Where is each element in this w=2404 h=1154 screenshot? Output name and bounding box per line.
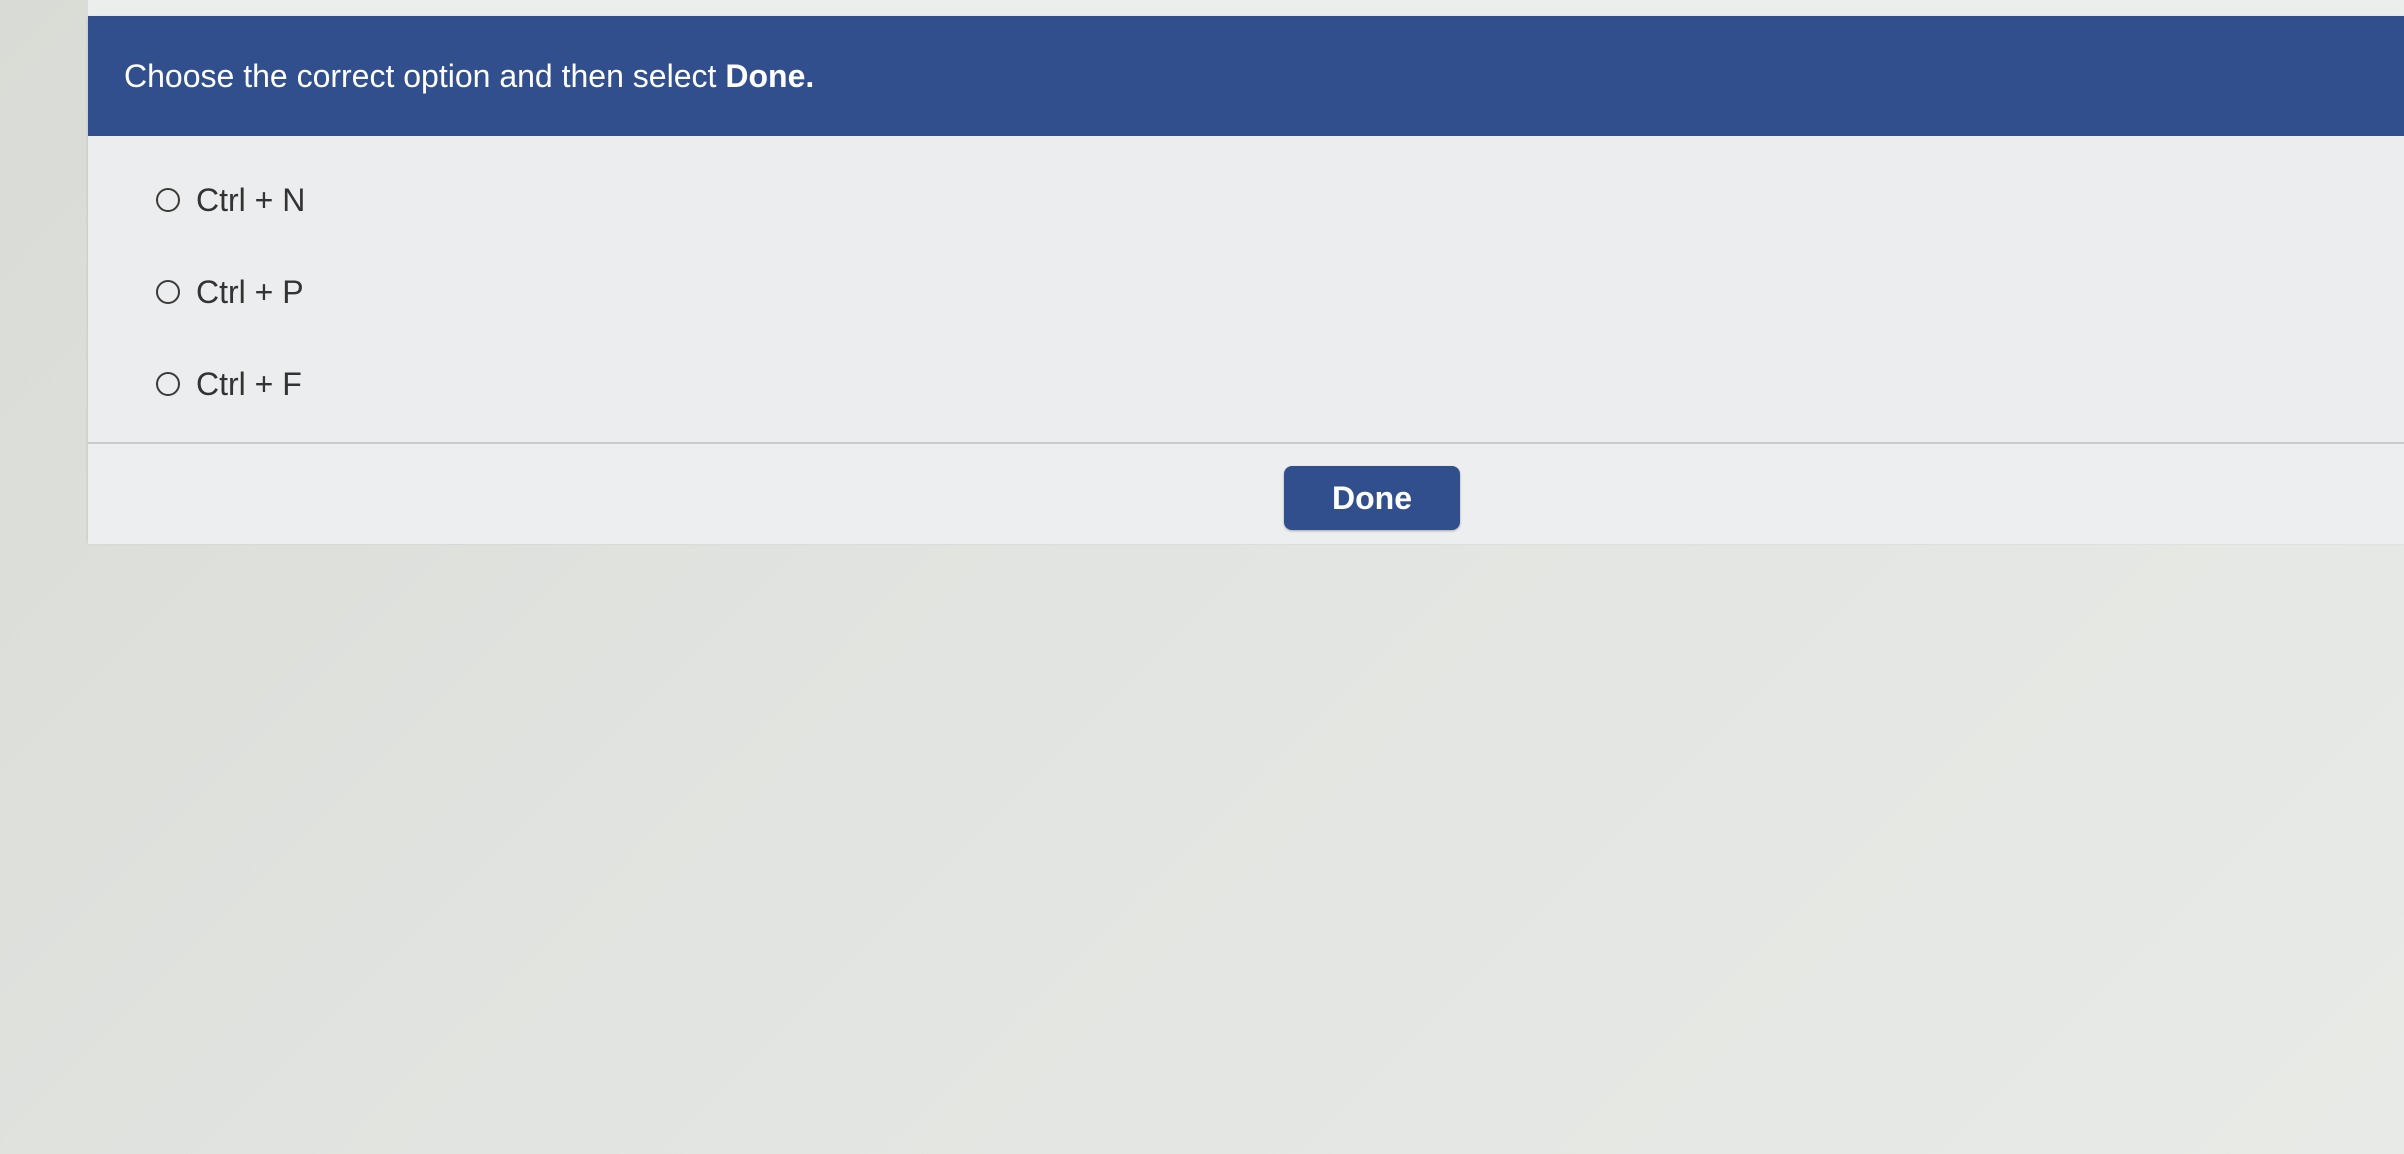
option-label: Ctrl + N — [196, 181, 306, 218]
instruction-text: Choose the correct option and then selec… — [124, 57, 717, 94]
question-footer: Done — [88, 442, 2404, 544]
option-label: Ctrl + F — [196, 365, 302, 402]
radio-button-icon[interactable] — [156, 188, 180, 212]
radio-button-icon[interactable] — [156, 372, 180, 396]
option-ctrl-p[interactable]: Ctrl + P — [156, 246, 305, 338]
option-ctrl-f[interactable]: Ctrl + F — [156, 338, 305, 430]
option-ctrl-n[interactable]: Ctrl + N — [156, 154, 305, 246]
done-button[interactable]: Done — [1284, 466, 1460, 530]
options-list: Ctrl + N Ctrl + P Ctrl + F — [156, 154, 305, 430]
option-label: Ctrl + P — [196, 273, 304, 310]
top-strip — [88, 0, 2404, 16]
question-panel: Choose the correct option and then selec… — [88, 16, 2404, 544]
instruction-bold: Done. — [725, 57, 815, 94]
radio-button-icon[interactable] — [156, 280, 180, 304]
question-header: Choose the correct option and then selec… — [88, 16, 2404, 136]
